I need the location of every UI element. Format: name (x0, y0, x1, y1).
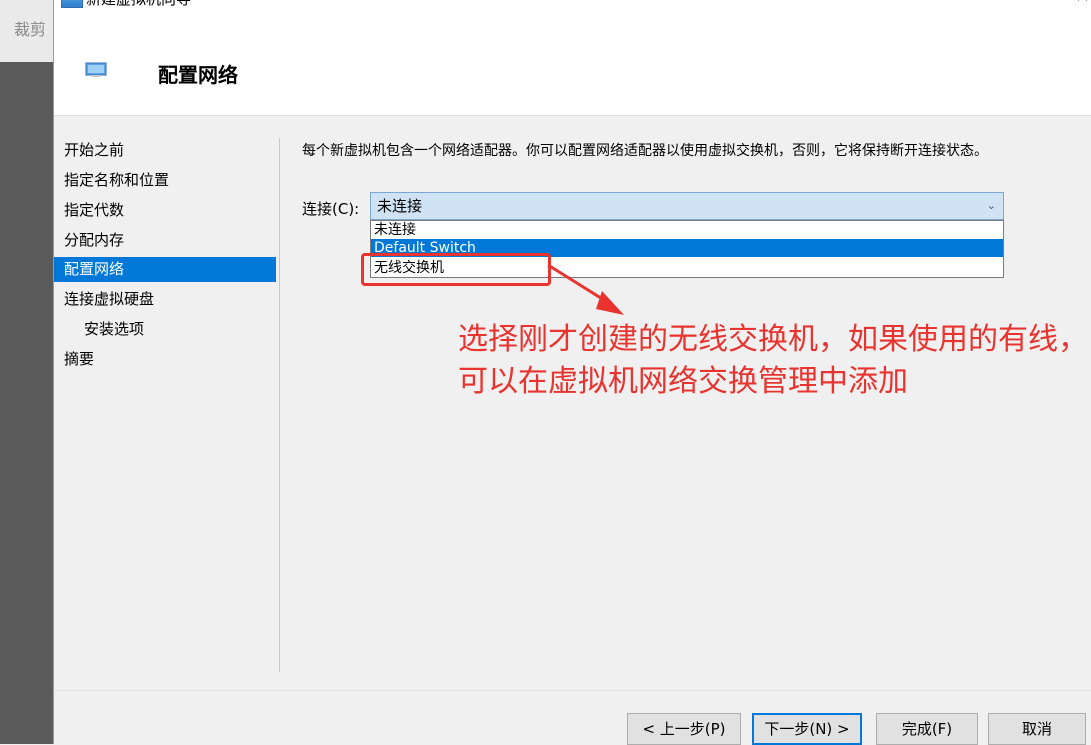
option-label: 未连接 (374, 222, 416, 238)
prev-button[interactable]: < 上一步(P) (627, 713, 741, 745)
sidebar-item-label: 开始之前 (64, 141, 125, 159)
wizard-body: 开始之前 指定名称和位置 指定代数 分配内存 配置网络 连接虚拟硬盘 安装选项 … (54, 116, 1091, 690)
sidebar-item-virtual-hard-disk[interactable]: 连接虚拟硬盘 (54, 287, 276, 312)
option-not-connected[interactable]: 未连接 (371, 221, 1003, 239)
wizard-steps-sidebar: 开始之前 指定名称和位置 指定代数 分配内存 配置网络 连接虚拟硬盘 安装选项 … (54, 116, 279, 676)
background-crop-label: 裁剪 (14, 20, 47, 39)
annotation-highlight-box (361, 253, 551, 286)
sidebar-item-label: 指定名称和位置 (64, 171, 170, 189)
hyperv-window-icon (61, 0, 83, 8)
sidebar-item-name-location[interactable]: 指定名称和位置 (54, 168, 276, 193)
sidebar-item-label: 安装选项 (84, 320, 145, 338)
background-app: 裁剪 (0, 0, 53, 744)
sidebar-item-label: 分配内存 (64, 231, 125, 249)
network-icon (85, 62, 107, 77)
sidebar-item-label: 配置网络 (64, 260, 125, 278)
chevron-down-icon[interactable]: ⌄ (987, 193, 996, 219)
wizard-footer: < 上一步(P) 下一步(N) > 完成(F) 取消 (54, 690, 1091, 745)
sidebar-item-label: 指定代数 (64, 201, 125, 219)
annotation-arrow-icon (547, 263, 624, 315)
sidebar-item-networking[interactable]: 配置网络 (54, 257, 276, 282)
sidebar-item-label: 连接虚拟硬盘 (64, 290, 155, 308)
next-button[interactable]: 下一步(N) > (752, 713, 862, 745)
network-description: 每个新虚拟机包含一个网络适配器。你可以配置网络适配器以使用虚拟交换机，否则，它将… (302, 143, 988, 159)
sidebar-item-memory[interactable]: 分配内存 (54, 228, 276, 253)
title-bar: 新建虚拟机向导 ✕ (54, 0, 1091, 12)
sidebar-divider (279, 138, 280, 672)
page-title: 配置网络 (158, 63, 238, 87)
connection-label: 连接(C): (302, 200, 360, 218)
sidebar-item-before-you-begin[interactable]: 开始之前 (54, 138, 276, 163)
wizard-header: 配置网络 (54, 12, 1091, 116)
connection-combobox[interactable]: 未连接 ⌄ (370, 192, 1004, 220)
cancel-button[interactable]: 取消 (988, 713, 1086, 745)
new-vm-wizard-dialog: 新建虚拟机向导 ✕ 配置网络 开始之前 指定名称和位置 指定代数 分配内存 配置… (53, 0, 1091, 745)
sidebar-item-generation[interactable]: 指定代数 (54, 198, 276, 223)
finish-button[interactable]: 完成(F) (876, 713, 978, 745)
connection-combobox-value: 未连接 (377, 197, 423, 215)
close-icon[interactable]: ✕ (1075, 0, 1090, 7)
sidebar-item-label: 摘要 (64, 350, 95, 368)
sidebar-item-installation-options[interactable]: 安装选项 (54, 317, 276, 342)
window-title: 新建虚拟机向导 (86, 0, 191, 9)
sidebar-item-summary[interactable]: 摘要 (54, 347, 276, 372)
annotation-text: 选择刚才创建的无线交换机，如果使用的有线，可以在虚拟机网络交换管理中添加 (458, 322, 1088, 399)
